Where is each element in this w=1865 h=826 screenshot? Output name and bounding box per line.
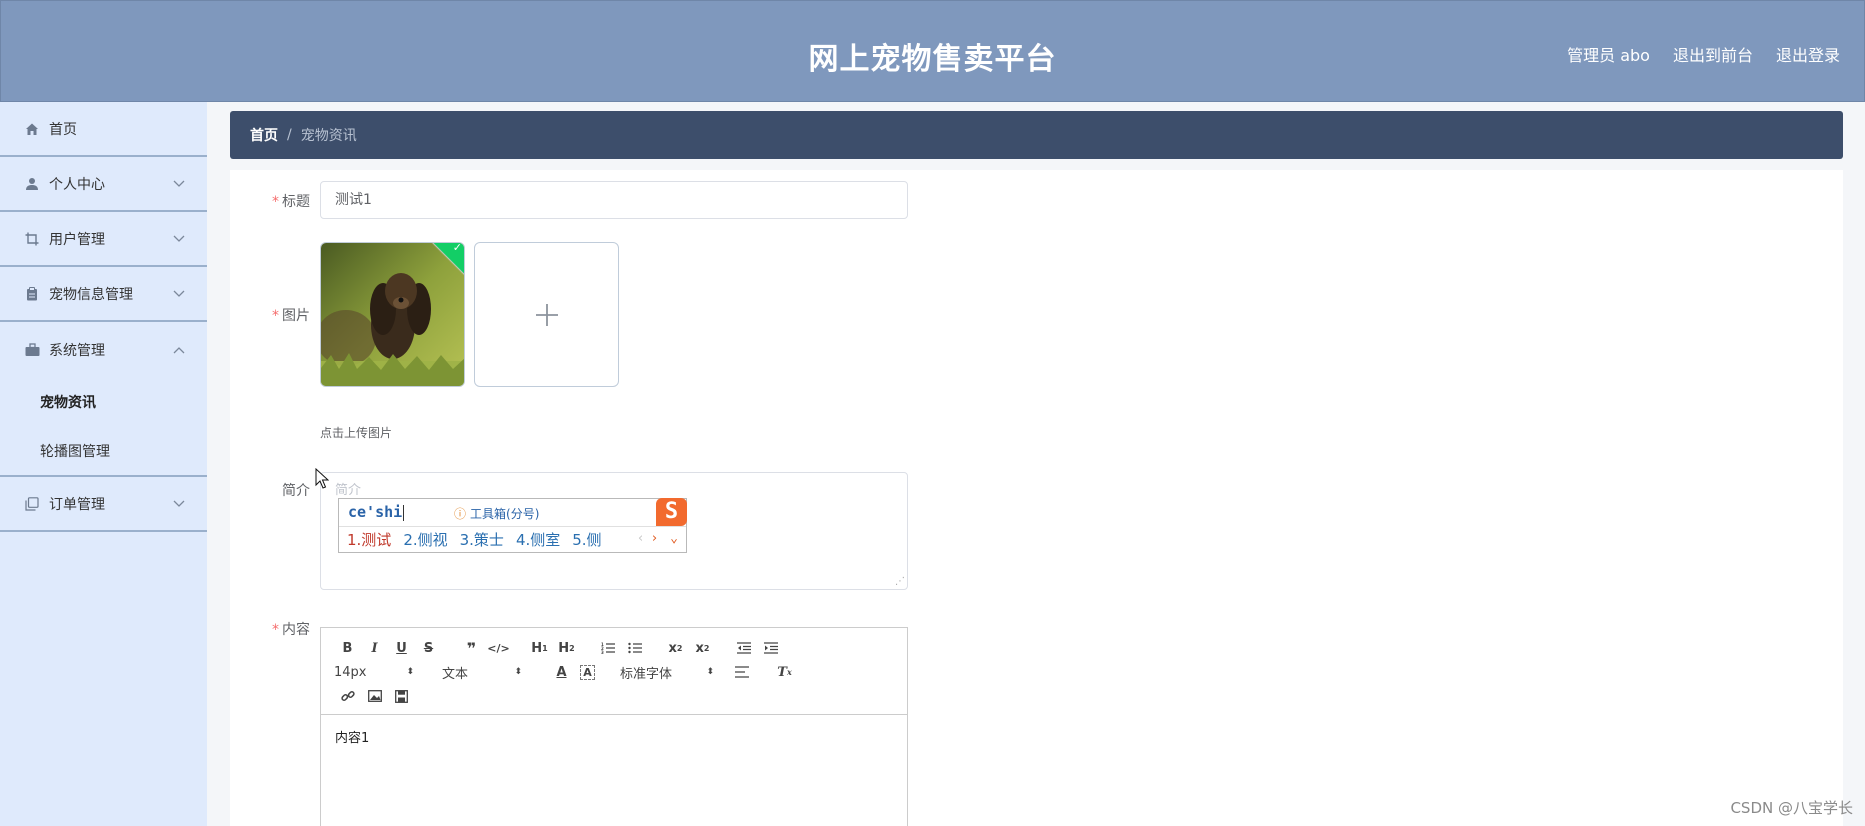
indent-icon[interactable] <box>757 638 784 658</box>
ime-candidate[interactable]: 1.测试 <box>347 529 391 550</box>
sidebar-item-label: 宠物信息管理 <box>49 286 133 303</box>
heading1-icon[interactable]: H1 <box>526 638 553 658</box>
heading2-icon[interactable]: H2 <box>553 638 580 658</box>
sidebar-item-label: 个人中心 <box>49 176 105 193</box>
dog-photo <box>321 243 464 386</box>
intro-field-label: 简介 <box>282 483 310 499</box>
chevron-down-icon <box>173 286 185 302</box>
system-submenu: 宠物资讯 轮播图管理 <box>0 377 207 477</box>
top-header: 网上宠物售卖平台 管理员 abo 退出到前台 退出登录 <box>0 0 1865 102</box>
info-icon: ⓘ <box>454 507 467 521</box>
sidebar-item-label: 系统管理 <box>49 342 105 359</box>
csdn-watermark: CSDN @八宝学长 <box>1730 799 1853 817</box>
font-color-icon[interactable]: A <box>548 662 575 682</box>
required-mark: * <box>272 194 279 210</box>
sidebar-item-pet-info-management[interactable]: 宠物信息管理 <box>0 267 207 322</box>
superscript-icon[interactable]: x2 <box>689 638 716 658</box>
select-arrows-icon: ⬍ <box>406 667 414 677</box>
clear-format-icon[interactable]: Tx <box>771 662 798 682</box>
align-icon[interactable] <box>728 662 755 682</box>
link-icon[interactable] <box>334 686 361 706</box>
resize-handle[interactable]: ⋰ <box>895 577 905 587</box>
ime-candidate[interactable]: 3.策士 <box>460 529 504 550</box>
select-arrows-icon: ⬍ <box>514 667 522 677</box>
italic-icon[interactable]: I <box>361 638 388 658</box>
underline-icon[interactable]: U <box>388 638 415 658</box>
ordered-list-icon[interactable]: 123 <box>594 638 621 658</box>
strikethrough-icon[interactable]: S <box>415 638 442 658</box>
chevron-left-icon[interactable]: ‹ <box>637 531 645 546</box>
admin-label: 管理员 abo <box>1567 46 1650 65</box>
ime-candidate-window: ce'shi ⓘ 工具箱(分号) S 1.测试 2.侧视 3.策士 4.侧室 5.… <box>338 498 687 553</box>
font-family-select[interactable]: 标准字体 ⬍ <box>620 663 714 682</box>
sidebar-item-label: 首页 <box>49 121 77 138</box>
sidebar-item-home[interactable]: 首页 <box>0 102 207 157</box>
ime-candidate[interactable]: 4.侧室 <box>516 529 560 550</box>
plus-icon <box>535 303 558 326</box>
chevron-down-icon <box>173 496 185 512</box>
ime-candidate[interactable]: 2.侧视 <box>403 529 447 550</box>
svg-text:3: 3 <box>601 650 604 654</box>
sogou-logo-icon: S <box>656 498 687 526</box>
crop-icon <box>24 231 40 247</box>
subscript-icon[interactable]: x2 <box>662 638 689 658</box>
breadcrumb: 首页 / 宠物资讯 <box>230 111 1843 159</box>
upload-tip: 点击上传图片 <box>320 426 393 440</box>
code-block-icon[interactable]: </> <box>485 638 512 658</box>
add-image-button[interactable] <box>474 242 619 387</box>
breadcrumb-home-link[interactable]: 首页 <box>250 125 278 145</box>
image-icon[interactable] <box>361 686 388 706</box>
sidebar-item-user-management[interactable]: 用户管理 <box>0 212 207 267</box>
uploaded-image-thumbnail[interactable]: ✓ <box>320 242 465 387</box>
sidebar-item-system-management[interactable]: 系统管理 <box>0 322 207 377</box>
editor-toolbar: B I U S ❞ </> H1 H2 123 x2 x2 14px ⬍ 文本 … <box>321 628 907 715</box>
sidebar-item-label: 用户管理 <box>49 231 105 248</box>
mouse-pointer-icon <box>315 468 329 489</box>
editor-content-text: 内容1 <box>335 731 370 746</box>
video-icon[interactable] <box>388 686 415 706</box>
home-icon <box>24 121 40 137</box>
user-icon <box>24 176 40 192</box>
image-field-label: * 图片 <box>272 308 310 324</box>
logout-link[interactable]: 退出登录 <box>1776 42 1840 66</box>
header-actions: 管理员 abo 退出到前台 退出登录 <box>1567 42 1840 66</box>
chevron-down-icon <box>173 176 185 192</box>
back-to-front-link[interactable]: 退出到前台 <box>1673 42 1753 66</box>
chevron-right-icon[interactable]: › <box>651 531 659 546</box>
select-arrows-icon: ⬍ <box>706 667 714 677</box>
breadcrumb-separator: / <box>287 127 292 143</box>
intro-placeholder: 简介 <box>335 483 362 498</box>
bullet-list-icon[interactable] <box>621 638 648 658</box>
sidebar-item-personal-center[interactable]: 个人中心 <box>0 157 207 212</box>
clipboard-icon <box>24 286 40 302</box>
title-field-label: * 标题 <box>272 194 310 210</box>
sidebar-subitem-carousel-management[interactable]: 轮播图管理 <box>0 426 207 475</box>
editor-content-area[interactable]: 内容1 <box>321 715 907 758</box>
chevron-down-icon[interactable]: ⌄ <box>670 531 678 546</box>
required-mark: * <box>272 308 279 324</box>
title-input[interactable]: 测试1 <box>320 181 908 219</box>
ime-pinyin-input: ce'shi <box>348 503 405 521</box>
required-mark: * <box>272 622 279 638</box>
ime-candidate[interactable]: 5.侧 <box>572 529 601 550</box>
sidebar-subitem-pet-news[interactable]: 宠物资讯 <box>0 377 207 426</box>
text-style-select[interactable]: 文本 ⬍ <box>442 663 522 682</box>
sidebar-item-label: 订单管理 <box>49 496 105 513</box>
blockquote-icon[interactable]: ❞ <box>458 638 485 658</box>
background-color-icon[interactable]: A <box>580 664 595 680</box>
copy-icon <box>24 496 40 512</box>
content-field-label: * 内容 <box>272 622 310 638</box>
ime-toolbox-link[interactable]: ⓘ 工具箱(分号) <box>454 505 539 522</box>
font-size-select[interactable]: 14px ⬍ <box>334 665 414 680</box>
briefcase-icon <box>24 342 40 358</box>
chevron-up-icon <box>173 342 185 358</box>
bold-icon[interactable]: B <box>334 638 361 658</box>
breadcrumb-current: 宠物资讯 <box>300 128 357 144</box>
ime-page-nav: ‹ › ⌄ <box>637 531 678 546</box>
rich-text-editor: B I U S ❞ </> H1 H2 123 x2 x2 14px ⬍ 文本 … <box>320 627 908 826</box>
chevron-down-icon <box>173 231 185 247</box>
sidebar: 首页 个人中心 用户管理 宠物信息管理 系统管理 宠物资讯 轮播图管理 订单管理 <box>0 102 207 826</box>
outdent-icon[interactable] <box>730 638 757 658</box>
sidebar-item-order-management[interactable]: 订单管理 <box>0 477 207 532</box>
